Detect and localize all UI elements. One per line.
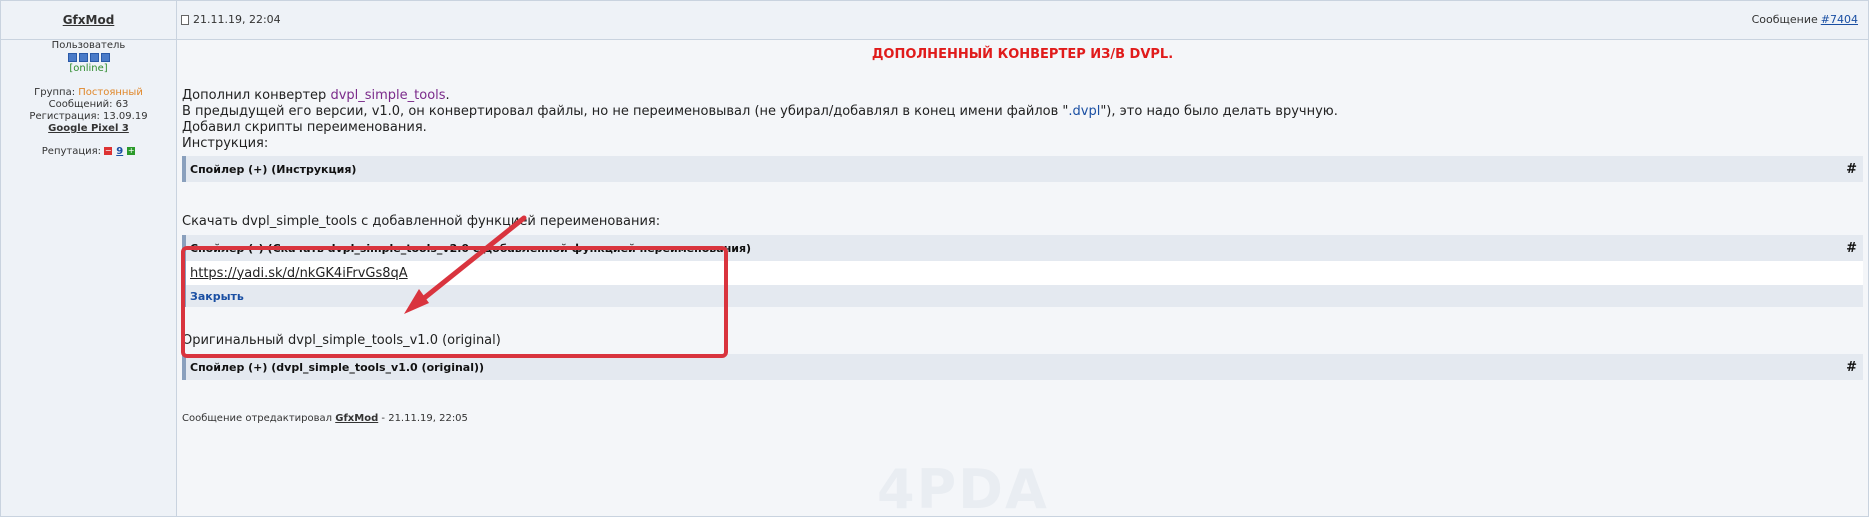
spoiler-title[interactable]: Спойлер (+) (Инструкция): [190, 163, 356, 176]
spoiler-header[interactable]: Спойлер (–) (Скачать dvpl_simple_tools_v…: [186, 235, 1863, 261]
paragraph-1: Дополнил конвертер dvpl_simple_tools.: [182, 88, 450, 103]
p2-suffix: "), это надо было делать вручную.: [1100, 104, 1338, 119]
user-group: Группа: Постоянный: [1, 87, 176, 98]
reputation-label: Репутация:: [41, 146, 102, 157]
device-link[interactable]: Google Pixel 3: [48, 123, 129, 134]
edit-suffix: - 21.11.19, 22:05: [378, 413, 468, 424]
spoiler-close-button[interactable]: Закрыть: [190, 290, 244, 303]
spoiler-download[interactable]: Спойлер (–) (Скачать dvpl_simple_tools_v…: [182, 235, 1863, 307]
post-title: ДОПОЛНЕННЫЙ КОНВЕРТЕР ИЗ/В DVPL.: [871, 47, 1174, 62]
edit-note: Сообщение отредактировал GfxMod - 21.11.…: [182, 413, 468, 424]
spoiler-header[interactable]: Спойлер (+) (Инструкция) #: [186, 156, 1863, 182]
spoiler-anchor[interactable]: #: [1846, 241, 1857, 256]
author-name-link[interactable]: GfxMod: [63, 13, 115, 27]
edit-prefix: Сообщение отредактировал: [182, 413, 336, 424]
download-link[interactable]: https://yadi.sk/d/nkGK4iFrvGs8qA: [190, 266, 408, 281]
post-date-text: 21.11.19, 22:04: [193, 13, 281, 26]
watermark: 4PDA: [877, 458, 1049, 521]
device-line: Google Pixel 3: [1, 123, 176, 134]
dvpl-extension: .dvpl: [1068, 104, 1101, 119]
message-number-link[interactable]: #7404: [1821, 13, 1858, 26]
reputation-value[interactable]: 9: [116, 146, 123, 157]
user-role: Пользователь: [51, 40, 126, 51]
spoiler-anchor[interactable]: #: [1846, 162, 1857, 177]
spoiler-title[interactable]: Спойлер (+) (dvpl_simple_tools_v1.0 (ori…: [190, 361, 484, 374]
forum-post: GfxMod 21.11.19, 22:04 Сообщение #7404 По…: [0, 0, 1869, 521]
rank-squares-icon: [67, 53, 110, 62]
spoiler-title[interactable]: Спойлер (–) (Скачать dvpl_simple_tools_v…: [190, 242, 751, 255]
original-text: Оригинальный dvpl_simple_tools_v1.0 (ori…: [182, 333, 501, 348]
post-date: 21.11.19, 22:04: [181, 13, 281, 26]
spoiler-anchor[interactable]: #: [1846, 360, 1857, 375]
group-value: Постоянный: [78, 87, 143, 98]
post-content: 4PDA ДОПОЛНЕННЫЙ КОНВЕРТЕР ИЗ/В DVPL. До…: [177, 40, 1868, 521]
reputation-minus-icon[interactable]: −: [104, 147, 113, 155]
p1-suffix: .: [445, 88, 450, 103]
paragraph-2: В предыдущей его версии, v1.0, он конвер…: [182, 104, 1338, 119]
author-cell: GfxMod: [1, 1, 177, 39]
paragraph-3: Добавил скрипты переименования.: [182, 120, 427, 135]
edit-author-link[interactable]: GfxMod: [335, 413, 378, 424]
message-label: Сообщение: [1751, 13, 1818, 26]
document-icon: [181, 14, 189, 25]
spoiler-instruction[interactable]: Спойлер (+) (Инструкция) #: [182, 156, 1863, 182]
reputation-plus-icon[interactable]: +: [127, 147, 136, 155]
spoiler-footer: Закрыть: [186, 285, 1863, 307]
tool-name: dvpl_simple_tools: [330, 88, 446, 103]
p2-prefix: В предыдущей его версии, v1.0, он конвер…: [182, 104, 1069, 119]
message-number: Сообщение #7404: [1752, 13, 1858, 26]
online-status: [online]: [69, 63, 108, 74]
post-header: GfxMod 21.11.19, 22:04 Сообщение #7404: [1, 1, 1868, 40]
spoiler-body: https://yadi.sk/d/nkGK4iFrvGs8qA: [186, 261, 1863, 285]
group-label: Группа:: [34, 87, 76, 98]
author-sidebar: Пользователь [online] Группа: Постоянный…: [1, 40, 177, 516]
reputation: Репутация: −9 +: [1, 146, 176, 157]
registration-date: Регистрация: 13.09.19: [29, 111, 148, 122]
p1-prefix: Дополнил конвертер: [182, 88, 331, 103]
paragraph-4: Инструкция:: [182, 136, 269, 151]
spoiler-original[interactable]: Спойлер (+) (dvpl_simple_tools_v1.0 (ori…: [182, 354, 1863, 380]
post-count: Сообщений: 63: [48, 99, 129, 110]
download-text: Скачать dvpl_simple_tools с добавленной …: [182, 214, 661, 229]
spoiler-header[interactable]: Спойлер (+) (dvpl_simple_tools_v1.0 (ori…: [186, 354, 1863, 380]
